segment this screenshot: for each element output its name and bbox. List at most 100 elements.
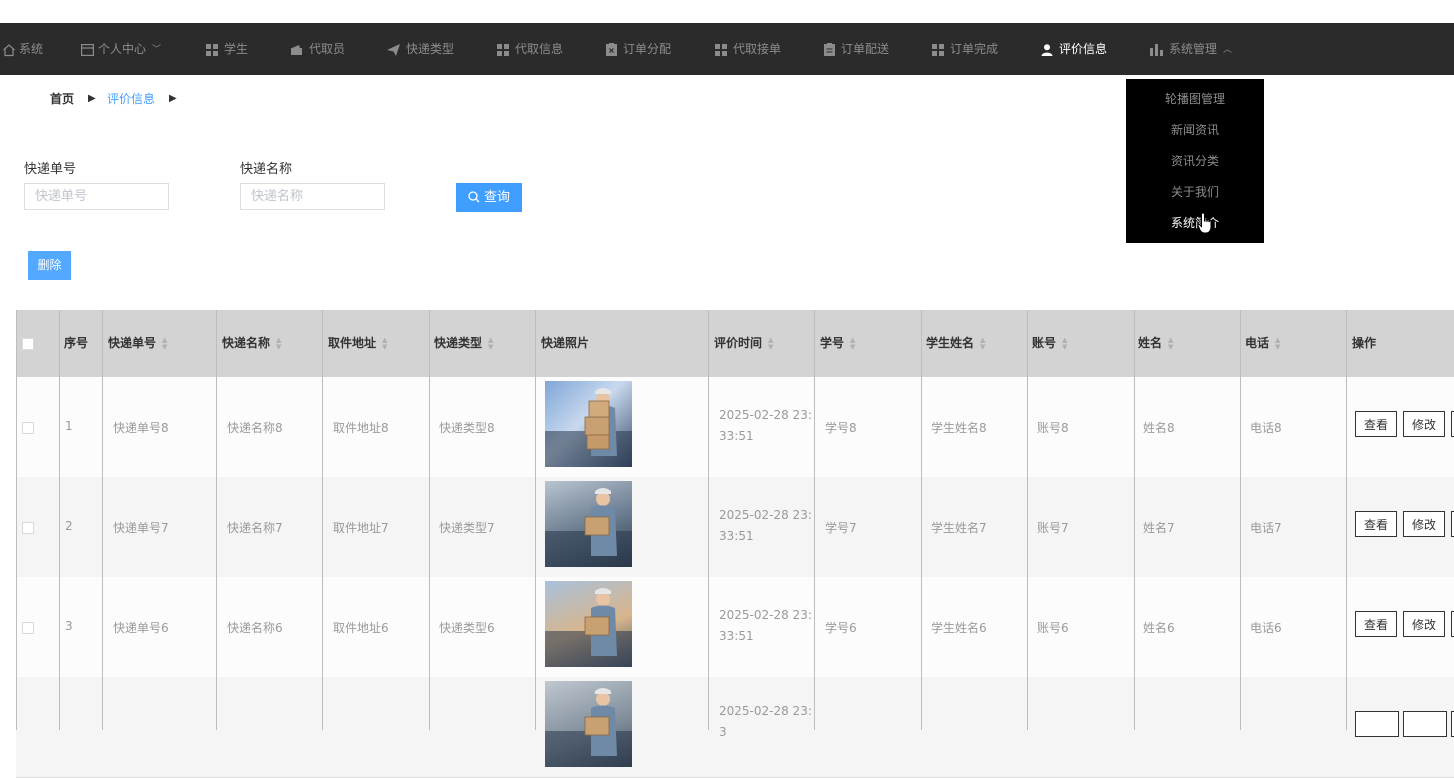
nav-item-express-type[interactable]: 快递类型 (387, 23, 454, 75)
sort-icon[interactable]: ▲ ▼ (488, 336, 493, 351)
header-express-name[interactable]: 快递名称 ▲ ▼ (222, 310, 281, 377)
grid-icon (497, 43, 509, 56)
express-photo-thumbnail[interactable] (545, 381, 632, 467)
nav-item-label: 订单分配 (623, 42, 672, 56)
edit-button[interactable]: 修改 (1403, 511, 1446, 537)
view-button[interactable]: 查看 (1355, 411, 1398, 437)
express-photo-thumbnail[interactable] (545, 681, 632, 767)
view-button[interactable]: 查看 (1355, 611, 1398, 637)
sort-icon[interactable]: ▲ ▼ (1275, 336, 1280, 351)
cell-type: 快递类型8 (439, 421, 495, 435)
nav-item-label: 系统管理 (1169, 42, 1218, 56)
express-name-label: 快递名称 (240, 162, 293, 177)
nav-item-couriers[interactable]: 代取员 (290, 23, 345, 75)
column-divider (322, 310, 323, 730)
nav-item-pickup-info[interactable]: 代取信息 (497, 23, 563, 75)
courier-photo-icon (545, 388, 632, 467)
select-all-checkbox[interactable] (22, 338, 34, 350)
nav-item-profile-center[interactable]: 个人中心 ﹀ (81, 23, 161, 75)
edit-button[interactable]: 修改 (1403, 611, 1446, 637)
row-checkbox[interactable] (22, 422, 34, 434)
cell-tracking: 快递单号8 (113, 421, 169, 435)
nav-item-label: 个人中心 (98, 42, 147, 56)
courier-photo-icon (545, 488, 632, 567)
header-review-time[interactable]: 评价时间 ▲ ▼ (714, 310, 773, 377)
sort-icon[interactable]: ▲ ▼ (1168, 336, 1173, 351)
cell-phone: 电话7 (1250, 521, 1282, 535)
sort-icon[interactable]: ▲ ▼ (850, 336, 855, 351)
nav-item-label: 代取信息 (515, 42, 564, 56)
nav-item-pickup-accept[interactable]: 代取接单 (715, 23, 781, 75)
table-row: 3 快递单号6 快递名称6 取件地址6 快递类型6 2025-02-28 23:33:51… (16, 577, 1454, 678)
dropdown-item-news-category[interactable]: 资讯分类 (1126, 151, 1264, 171)
express-photo-thumbnail[interactable] (545, 581, 632, 667)
cell-no: 2 (65, 519, 73, 533)
cell-account: 账号8 (1037, 421, 1069, 435)
courier-photo-icon (545, 688, 632, 767)
cell-time: 2025-02-28 23:33:51 (719, 408, 812, 443)
header-account[interactable]: 账号 ▲ ▼ (1032, 310, 1067, 377)
dropdown-item-news[interactable]: 新闻资讯 (1126, 120, 1264, 140)
cell-type: 快递类型6 (439, 621, 495, 635)
express-name-input[interactable] (240, 183, 385, 210)
cell-student-name: 学生姓名6 (931, 621, 987, 635)
header-pickup-address[interactable]: 取件地址 ▲ ▼ (328, 310, 387, 377)
header-student-name[interactable]: 学生姓名 ▲ ▼ (926, 310, 985, 377)
cell-student-id: 学号7 (825, 521, 857, 535)
header-phone[interactable]: 电话 ▲ ▼ (1245, 310, 1280, 377)
dropdown-item-system-intro[interactable]: 系统简介 (1126, 213, 1264, 233)
header-name[interactable]: 姓名 ▲ ▼ (1138, 310, 1173, 377)
header-express-type[interactable]: 快递类型 ▲ ▼ (434, 310, 493, 377)
sort-icon[interactable]: ▲ ▼ (1062, 336, 1067, 351)
row-checkbox[interactable] (22, 522, 34, 534)
top-navigation-bar: 系统 个人中心 ﹀ 学生 代取员 快递类型 代取信息 订单分配 代取接单 订单配送… (0, 23, 1454, 75)
breadcrumb-separator-icon: ▶ (169, 93, 177, 104)
delete-button[interactable]: 删除 (28, 251, 71, 280)
header-tracking-number[interactable]: 快递单号 ▲ ▼ (108, 310, 167, 377)
breadcrumb-home[interactable]: 首页 (50, 90, 74, 108)
nav-item-label: 学生 (224, 42, 249, 56)
cell-phone: 电话8 (1250, 421, 1282, 435)
column-divider (216, 310, 217, 730)
dropdown-item-carousel[interactable]: 轮播图管理 (1126, 89, 1264, 109)
cell-student-id: 学号8 (825, 421, 857, 435)
nav-item-order-delivery[interactable]: 订单配送 (824, 23, 889, 75)
view-button[interactable] (1355, 711, 1399, 737)
courier-photo-icon (545, 588, 632, 667)
nav-item-order-complete[interactable]: 订单完成 (932, 23, 998, 75)
chevron-up-icon: ︿ (1223, 45, 1233, 55)
nav-item-students[interactable]: 学生 (206, 23, 248, 75)
tracking-number-input[interactable] (24, 183, 169, 210)
nav-item-system[interactable]: 系统 (2, 23, 43, 75)
sort-icon[interactable]: ▲ ▼ (276, 336, 281, 351)
cell-type: 快递类型7 (439, 521, 495, 535)
sort-icon[interactable]: ▲ ▼ (162, 336, 167, 351)
edit-button[interactable] (1403, 711, 1447, 737)
dropdown-item-about-us[interactable]: 关于我们 (1126, 182, 1264, 202)
nav-item-system-management[interactable]: 系统管理 ︿ (1150, 23, 1232, 75)
cell-tracking: 快递单号6 (113, 621, 169, 635)
grid-icon (715, 43, 727, 56)
nav-item-order-assign[interactable]: 订单分配 (606, 23, 671, 75)
edit-button[interactable]: 修改 (1403, 411, 1446, 437)
header-student-id[interactable]: 学号 ▲ ▼ (820, 310, 855, 377)
column-divider (1134, 310, 1135, 730)
table-header: 序号 快递单号 ▲ ▼ 快递名称 ▲ ▼ 取件地址 ▲ ▼ 快递类型 ▲ ▼ 快递照片 评价时间… (16, 310, 1454, 377)
column-divider (1346, 310, 1347, 730)
view-button[interactable]: 查看 (1355, 511, 1398, 537)
cell-tracking: 快递单号7 (113, 521, 169, 535)
sort-icon[interactable]: ▲ ▼ (980, 336, 985, 351)
sort-icon[interactable]: ▲ ▼ (768, 336, 773, 351)
nav-item-label: 代取员 (309, 42, 346, 56)
query-button[interactable]: 查询 (456, 183, 522, 212)
row-checkbox[interactable] (22, 622, 34, 634)
sort-icon[interactable]: ▲ ▼ (382, 336, 387, 351)
cell-person: 姓名8 (1143, 421, 1175, 435)
cell-address: 取件地址8 (333, 421, 389, 435)
chevron-down-icon: ﹀ (152, 45, 162, 55)
home-icon (2, 43, 16, 57)
breadcrumb-current[interactable]: 评价信息 (107, 90, 155, 108)
profile-card-icon (81, 43, 94, 56)
nav-item-reviews[interactable]: 评价信息 (1041, 23, 1107, 75)
express-photo-thumbnail[interactable] (545, 481, 632, 567)
